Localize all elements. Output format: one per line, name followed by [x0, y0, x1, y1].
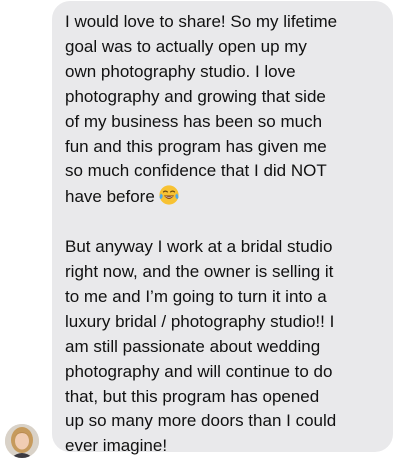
message-bubble[interactable]: I would love to share! So my lifetime go…: [52, 1, 393, 455]
message-thread: I would love to share! So my lifetime go…: [0, 0, 400, 464]
sender-avatar[interactable]: [5, 424, 39, 458]
message-paragraph-2: But anyway I work at a bridal studio rig…: [65, 237, 337, 456]
message-text-1: I would love to share! So my lifetime go…: [65, 12, 338, 207]
message-paragraph-1: I would love to share! So my lifetime go…: [65, 10, 383, 210]
face-with-tears-of-joy-icon: [159, 185, 179, 205]
user-avatar: [5, 424, 39, 458]
